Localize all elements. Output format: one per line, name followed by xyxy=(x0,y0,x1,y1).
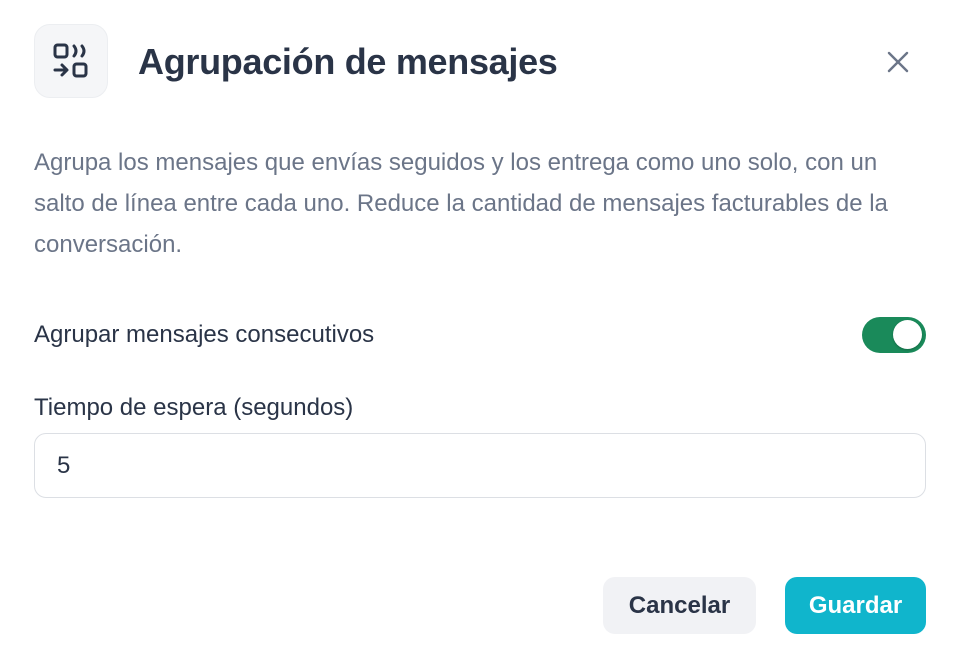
toggle-knob xyxy=(893,320,922,349)
group-consecutive-toggle[interactable] xyxy=(862,317,926,353)
wait-time-input[interactable] xyxy=(34,433,926,498)
save-button[interactable]: Guardar xyxy=(785,577,926,634)
dialog-title: Agrupación de mensajes xyxy=(138,41,558,82)
message-grouping-icon xyxy=(34,24,108,98)
dialog-description: Agrupa los mensajes que envías seguidos … xyxy=(34,149,888,258)
close-button[interactable] xyxy=(878,42,918,82)
close-icon xyxy=(887,51,909,73)
message-grouping-dialog: Agrupación de mensajes Agrupa los mensaj… xyxy=(0,0,970,670)
wait-time-label: Tiempo de espera (segundos) xyxy=(34,394,354,421)
cancel-button[interactable]: Cancelar xyxy=(603,577,756,634)
group-consecutive-label: Agrupar mensajes consecutivos xyxy=(34,321,375,348)
